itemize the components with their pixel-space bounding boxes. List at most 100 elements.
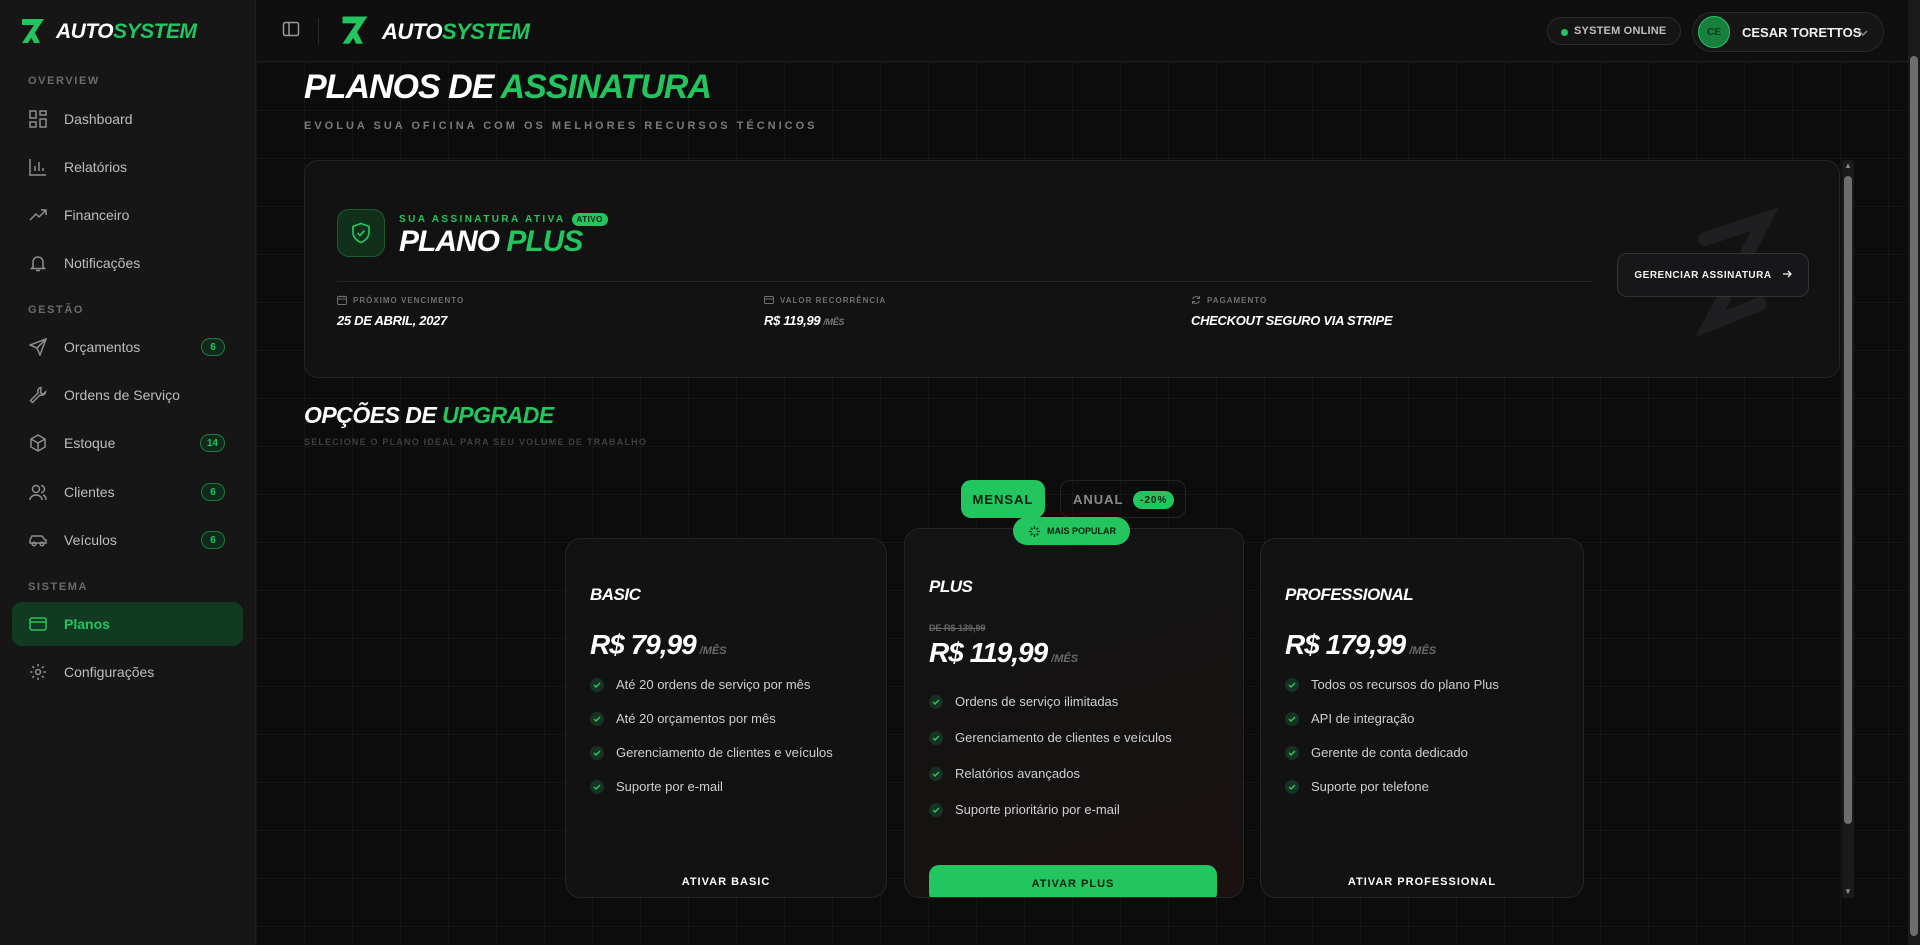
payment-label: PAGAMENTO xyxy=(1207,295,1268,305)
sidebar: AUTOSYSTEM OVERVIEW Dashboard Relatórios… xyxy=(0,0,256,945)
credit-card-icon xyxy=(28,614,48,634)
check-icon xyxy=(590,779,604,794)
sidebar-item-orcamentos[interactable]: Orçamentos 6 xyxy=(12,325,243,369)
sparkle-icon xyxy=(1028,525,1041,538)
sidebar-item-configuracoes[interactable]: Configurações xyxy=(12,650,243,694)
check-icon xyxy=(929,694,943,709)
scroll-up-icon[interactable]: ▲ xyxy=(1844,162,1852,170)
app: AUTOSYSTEM OVERVIEW Dashboard Relatórios… xyxy=(0,0,1920,945)
recurrence-info: VALOR RECORRÊNCIA R$ 119,99/MÊS xyxy=(764,295,886,328)
discount-badge: -20% xyxy=(1133,491,1175,509)
sidebar-item-clientes[interactable]: Clientes 6 xyxy=(12,470,243,514)
calendar-icon xyxy=(337,295,347,305)
plan-price: R$ 79,99/MÊS xyxy=(590,629,727,660)
billing-yearly-toggle[interactable]: ANUAL -20% xyxy=(1060,480,1186,518)
page-subtitle: EVOLUA SUA OFICINA COM OS MELHORES RECUR… xyxy=(304,120,818,132)
count-badge: 6 xyxy=(201,483,225,501)
recurrence-value: R$ 119,99/MÊS xyxy=(764,313,845,328)
sidebar-item-label: Dashboard xyxy=(64,111,133,127)
refresh-icon xyxy=(1191,295,1201,305)
shield-check-icon xyxy=(337,209,385,257)
autosystem-logo-icon xyxy=(20,15,46,50)
status-dot-icon xyxy=(1561,29,1568,36)
billing-monthly-toggle[interactable]: MENSAL xyxy=(961,480,1045,518)
sidebar-item-label: Configurações xyxy=(64,664,155,680)
sidebar-item-notificacoes[interactable]: Notificações xyxy=(12,241,243,285)
activate-plus-button[interactable]: ATIVAR PLUS xyxy=(929,865,1217,897)
next-due-info: PRÓXIMO VENCIMENTO 25 DE ABRIL, 2027 xyxy=(337,295,464,328)
plan-feature: Ordens de serviço ilimitadas xyxy=(929,694,1118,709)
count-badge: 6 xyxy=(201,338,225,356)
plan-feature: Até 20 orçamentos por mês xyxy=(590,711,776,726)
brand-name: AUTOSYSTEM xyxy=(56,20,197,43)
autosystem-logo-icon xyxy=(340,12,370,51)
content-scrollbar[interactable]: ▲ ▼ xyxy=(1842,160,1854,898)
sidebar-item-ordens-de-servico[interactable]: Ordens de Serviço xyxy=(12,373,243,417)
plan-name: BASIC xyxy=(590,585,641,604)
user-menu[interactable]: CE CESAR TORETTOS xyxy=(1692,12,1884,52)
plan-feature: Todos os recursos do plano Plus xyxy=(1285,677,1499,692)
send-icon xyxy=(28,337,48,357)
brand-name: AUTOSYSTEM xyxy=(382,18,530,44)
activate-basic-button[interactable]: ATIVAR BASIC xyxy=(590,863,862,897)
header-divider xyxy=(318,18,319,44)
plan-card-plus: PLUS DE R$ 139,99 R$ 119,99/MÊS Ordens d… xyxy=(904,528,1244,898)
card-icon xyxy=(764,295,774,305)
sidebar-item-estoque[interactable]: Estoque 14 xyxy=(12,421,243,465)
sidebar-item-label: Veículos xyxy=(64,532,117,548)
plan-price: R$ 179,99/MÊS xyxy=(1285,629,1437,660)
scroll-down-icon[interactable]: ▼ xyxy=(1844,888,1852,896)
main-content: PLANOS DE ASSINATURA EVOLUA SUA OFICINA … xyxy=(256,62,1908,945)
sidebar-item-dashboard[interactable]: Dashboard xyxy=(12,97,243,141)
plan-feature: Suporte por e-mail xyxy=(590,779,723,794)
header-brand[interactable]: AUTOSYSTEM xyxy=(340,12,530,51)
sidebar-item-financeiro[interactable]: Financeiro xyxy=(12,193,243,237)
wrench-icon xyxy=(28,385,48,405)
check-icon xyxy=(590,677,604,692)
plan-feature: API de integração xyxy=(1285,711,1414,726)
user-name: CESAR TORETTOS xyxy=(1742,24,1862,40)
payment-value: CHECKOUT SEGURO VIA STRIPE xyxy=(1191,313,1393,328)
plan-old-price: DE R$ 139,99 xyxy=(929,623,986,633)
check-icon xyxy=(1285,677,1299,692)
section-label-sistema: SISTEMA xyxy=(28,581,89,593)
top-header: AUTOSYSTEM SYSTEM ONLINE CE CESAR TORETT… xyxy=(256,0,1908,62)
manage-subscription-label: GERENCIAR ASSINATURA xyxy=(1634,269,1772,281)
manage-subscription-button[interactable]: GERENCIAR ASSINATURA xyxy=(1617,253,1809,297)
activate-professional-button[interactable]: ATIVAR PROFESSIONAL xyxy=(1285,863,1559,897)
most-popular-badge: MAIS POPULAR xyxy=(1013,517,1131,545)
plan-feature: Suporte por telefone xyxy=(1285,779,1429,794)
arrow-right-icon xyxy=(1782,269,1792,282)
check-icon xyxy=(929,802,943,817)
bell-icon xyxy=(28,253,48,273)
grid-icon xyxy=(28,109,48,129)
sidebar-item-label: Relatórios xyxy=(64,159,128,175)
recurrence-label: VALOR RECORRÊNCIA xyxy=(780,295,887,305)
current-plan-name: PLANO PLUS xyxy=(399,225,583,258)
sidebar-item-planos[interactable]: Planos xyxy=(12,602,243,646)
page-title: PLANOS DE ASSINATURA xyxy=(304,68,712,106)
check-icon xyxy=(590,745,604,760)
plan-feature: Gerente de conta dedicado xyxy=(1285,745,1468,760)
scrollbar-thumb[interactable] xyxy=(1844,176,1852,824)
bar-chart-icon xyxy=(28,157,48,177)
sidebar-brand[interactable]: AUTOSYSTEM xyxy=(20,14,197,50)
plan-feature: Relatórios avançados xyxy=(929,766,1080,781)
check-icon xyxy=(1285,711,1299,726)
page-scrollbar[interactable] xyxy=(1908,0,1920,945)
plan-feature: Até 20 ordens de serviço por mês xyxy=(590,677,810,692)
sidebar-item-label: Orçamentos xyxy=(64,339,141,355)
plan-name: PLUS xyxy=(929,577,973,596)
payment-info: PAGAMENTO CHECKOUT SEGURO VIA STRIPE xyxy=(1191,295,1393,329)
sidebar-item-veiculos[interactable]: Veículos 6 xyxy=(12,518,243,562)
sidebar-item-label: Estoque xyxy=(64,435,116,451)
check-icon xyxy=(590,711,604,726)
count-badge: 14 xyxy=(199,434,225,452)
system-status-badge: SYSTEM ONLINE xyxy=(1547,17,1682,45)
sidebar-item-relatorios[interactable]: Relatórios xyxy=(12,145,243,189)
sidebar-toggle-icon[interactable] xyxy=(282,20,302,40)
plan-name: PROFESSIONAL xyxy=(1285,585,1414,604)
upgrade-subtitle: SELECIONE O PLANO IDEAL PARA SEU VOLUME … xyxy=(304,437,648,447)
plan-card-professional: PROFESSIONAL R$ 179,99/MÊS Todos os recu… xyxy=(1260,538,1584,898)
scrollbar-thumb[interactable] xyxy=(1910,56,1918,936)
